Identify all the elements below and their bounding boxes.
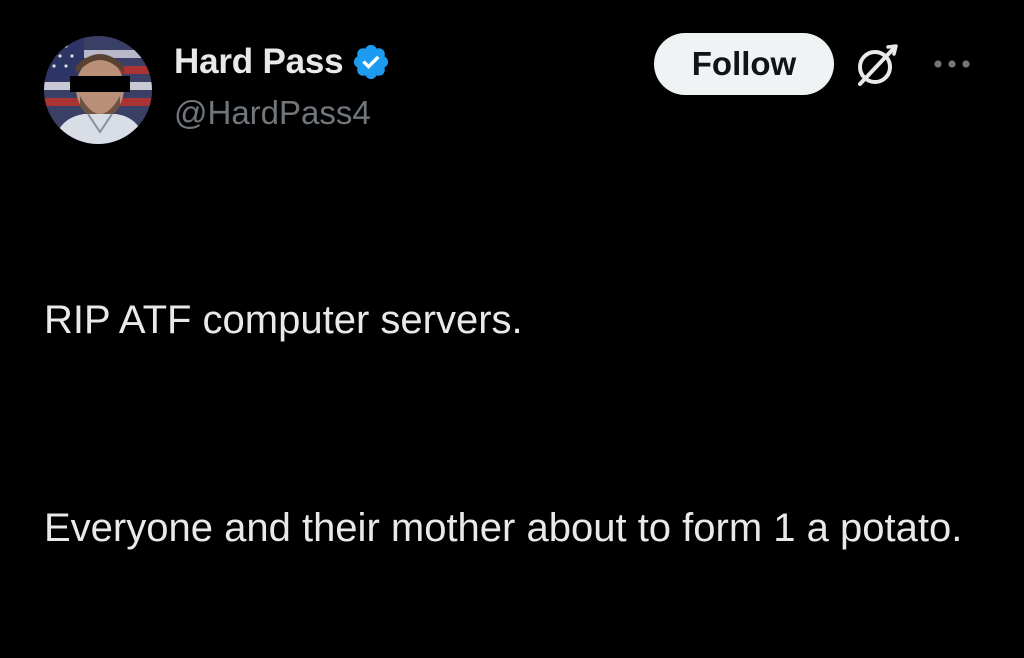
tweet-paragraph: RIP ATF computer servers. <box>44 298 523 342</box>
more-options-icon[interactable] <box>930 54 974 74</box>
tweet-paragraph: Everyone and their mother about to form … <box>44 506 963 550</box>
tweet-card: Hard Pass @HardPass4 Follow RIP ATF comp… <box>0 0 1024 550</box>
grok-icon[interactable] <box>852 40 902 90</box>
display-name[interactable]: Hard Pass <box>174 42 344 82</box>
verified-badge-icon <box>351 42 391 82</box>
tweet-text: RIP ATF computer servers. Everyone and t… <box>44 190 984 658</box>
avatar[interactable] <box>44 36 152 144</box>
user-handle[interactable]: @HardPass4 <box>174 93 371 133</box>
avatar-image <box>44 36 152 144</box>
follow-button[interactable]: Follow <box>654 33 834 95</box>
name-row: Hard Pass <box>174 42 391 82</box>
